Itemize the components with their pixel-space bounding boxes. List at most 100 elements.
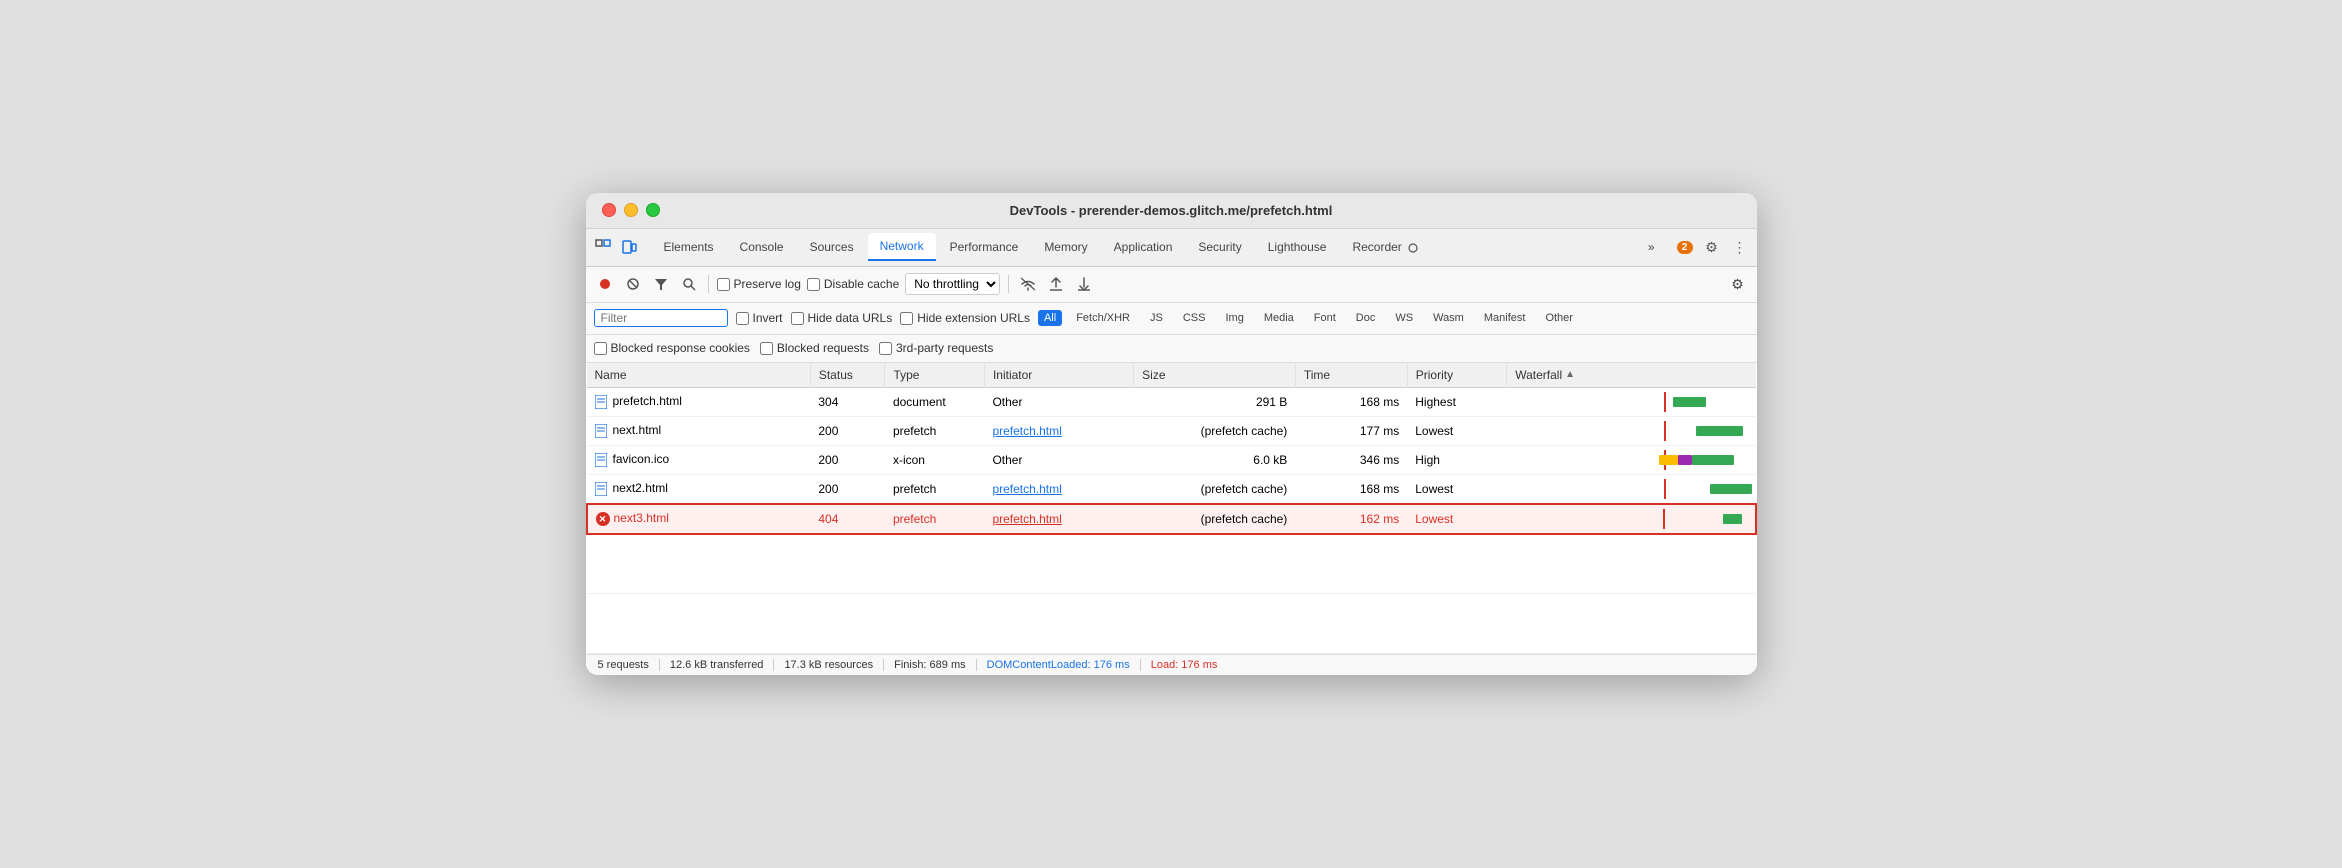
- devtools-window: DevTools - prerender-demos.glitch.me/pre…: [586, 193, 1757, 676]
- cell-type: prefetch: [885, 474, 984, 504]
- tab-console[interactable]: Console: [728, 234, 796, 260]
- hide-ext-urls-group[interactable]: Hide extension URLs: [900, 311, 1030, 325]
- table-row-empty: [587, 594, 1756, 654]
- hide-data-urls-checkbox[interactable]: [791, 312, 804, 325]
- filter-pill-css[interactable]: CSS: [1177, 310, 1212, 326]
- filter-pill-doc[interactable]: Doc: [1350, 310, 1382, 326]
- disable-cache-label[interactable]: Disable cache: [807, 277, 899, 291]
- clear-button[interactable]: [622, 273, 644, 295]
- initiator-link[interactable]: prefetch.html: [992, 424, 1061, 438]
- cell-type: x-icon: [885, 445, 984, 474]
- blocked-cookies-group[interactable]: Blocked response cookies: [594, 341, 750, 355]
- filter-pill-ws[interactable]: WS: [1389, 310, 1419, 326]
- close-button[interactable]: [602, 203, 616, 217]
- waterfall-red-line: [1664, 421, 1666, 441]
- th-initiator[interactable]: Initiator: [984, 363, 1133, 388]
- cell-status: 304: [810, 387, 885, 416]
- more-tabs-button[interactable]: »: [1636, 234, 1667, 260]
- cell-initiator: Other: [984, 445, 1133, 474]
- preserve-log-checkbox[interactable]: [717, 278, 730, 291]
- throttle-select[interactable]: No throttling Fast 3G Slow 3G: [905, 273, 1000, 295]
- waterfall-bar: [1723, 514, 1742, 524]
- tab-application[interactable]: Application: [1102, 234, 1185, 260]
- th-time[interactable]: Time: [1295, 363, 1407, 388]
- th-size[interactable]: Size: [1134, 363, 1296, 388]
- cell-initiator: prefetch.html: [984, 416, 1133, 445]
- initiator-link[interactable]: prefetch.html: [992, 512, 1061, 526]
- cell-waterfall: [1507, 474, 1756, 504]
- table-row[interactable]: ✕next3.html404prefetchprefetch.html(pref…: [587, 504, 1756, 534]
- cell-name: next.html: [587, 416, 811, 445]
- more-options-icon[interactable]: ⋮: [1731, 238, 1749, 256]
- initiator-link[interactable]: prefetch.html: [992, 482, 1061, 496]
- filter-icon-button[interactable]: [650, 273, 672, 295]
- cell-priority: High: [1407, 445, 1506, 474]
- wifi-icon[interactable]: [1017, 273, 1039, 295]
- th-waterfall[interactable]: Waterfall ▲: [1507, 363, 1756, 388]
- table-row[interactable]: next.html200prefetchprefetch.html(prefet…: [587, 416, 1756, 445]
- third-party-checkbox[interactable]: [879, 342, 892, 355]
- settings-icon[interactable]: ⚙: [1703, 238, 1721, 256]
- cell-time: 346 ms: [1295, 445, 1407, 474]
- table-row[interactable]: prefetch.html304documentOther291 B168 ms…: [587, 387, 1756, 416]
- cell-time: 162 ms: [1295, 504, 1407, 534]
- cell-name: prefetch.html: [587, 387, 811, 416]
- cell-time: 168 ms: [1295, 474, 1407, 504]
- cell-size: (prefetch cache): [1134, 416, 1296, 445]
- minimize-button[interactable]: [624, 203, 638, 217]
- th-priority[interactable]: Priority: [1407, 363, 1506, 388]
- table-header-row: Name Status Type Initiator Size: [587, 363, 1756, 388]
- download-icon[interactable]: [1073, 273, 1095, 295]
- table-row[interactable]: favicon.ico200x-iconOther6.0 kB346 msHig…: [587, 445, 1756, 474]
- filter-pill-other[interactable]: Other: [1539, 310, 1579, 326]
- table-row[interactable]: next2.html200prefetchprefetch.html(prefe…: [587, 474, 1756, 504]
- hide-data-urls-group[interactable]: Hide data URLs: [791, 311, 893, 325]
- upload-icon[interactable]: [1045, 273, 1067, 295]
- th-type[interactable]: Type: [885, 363, 984, 388]
- filter-pill-js[interactable]: JS: [1144, 310, 1169, 326]
- requests-count: 5 requests: [598, 659, 660, 671]
- titlebar: DevTools - prerender-demos.glitch.me/pre…: [586, 193, 1757, 229]
- maximize-button[interactable]: [646, 203, 660, 217]
- search-button[interactable]: [678, 273, 700, 295]
- blocked-bar: Blocked response cookies Blocked request…: [586, 335, 1757, 363]
- cell-priority: Lowest: [1407, 416, 1506, 445]
- dom-content-loaded: DOMContentLoaded: 176 ms: [977, 659, 1141, 671]
- tab-performance[interactable]: Performance: [938, 234, 1031, 260]
- device-icon[interactable]: [620, 238, 638, 256]
- tab-lighthouse[interactable]: Lighthouse: [1256, 234, 1339, 260]
- tab-bar: Elements Console Sources Network Perform…: [586, 229, 1757, 267]
- network-settings-icon[interactable]: ⚙: [1727, 273, 1749, 295]
- tab-memory[interactable]: Memory: [1032, 234, 1099, 260]
- tab-elements[interactable]: Elements: [652, 234, 726, 260]
- filter-pill-manifest[interactable]: Manifest: [1478, 310, 1532, 326]
- tab-security[interactable]: Security: [1186, 234, 1253, 260]
- record-button[interactable]: [594, 273, 616, 295]
- filter-pill-all[interactable]: All: [1038, 310, 1062, 326]
- hide-ext-urls-checkbox[interactable]: [900, 312, 913, 325]
- invert-checkbox-group[interactable]: Invert: [736, 311, 783, 325]
- third-party-group[interactable]: 3rd-party requests: [879, 341, 993, 355]
- cell-priority: Highest: [1407, 387, 1506, 416]
- filter-pill-media[interactable]: Media: [1258, 310, 1300, 326]
- filter-pill-wasm[interactable]: Wasm: [1427, 310, 1470, 326]
- disable-cache-checkbox[interactable]: [807, 278, 820, 291]
- toolbar-separator-2: [1008, 275, 1009, 293]
- filter-input[interactable]: [601, 311, 721, 325]
- blocked-cookies-checkbox[interactable]: [594, 342, 607, 355]
- inspect-icon[interactable]: [594, 238, 612, 256]
- waterfall-bar: [1673, 397, 1706, 407]
- filter-pill-fetch[interactable]: Fetch/XHR: [1070, 310, 1136, 326]
- preserve-log-label[interactable]: Preserve log: [717, 277, 801, 291]
- invert-checkbox[interactable]: [736, 312, 749, 325]
- blocked-requests-checkbox[interactable]: [760, 342, 773, 355]
- tab-sources[interactable]: Sources: [798, 234, 866, 260]
- filter-pill-font[interactable]: Font: [1308, 310, 1342, 326]
- th-name[interactable]: Name: [587, 363, 811, 388]
- filter-pill-img[interactable]: Img: [1219, 310, 1249, 326]
- cell-size: 291 B: [1134, 387, 1296, 416]
- tab-recorder[interactable]: Recorder: [1340, 234, 1431, 260]
- blocked-requests-group[interactable]: Blocked requests: [760, 341, 869, 355]
- tab-network[interactable]: Network: [868, 233, 936, 261]
- th-status[interactable]: Status: [810, 363, 885, 388]
